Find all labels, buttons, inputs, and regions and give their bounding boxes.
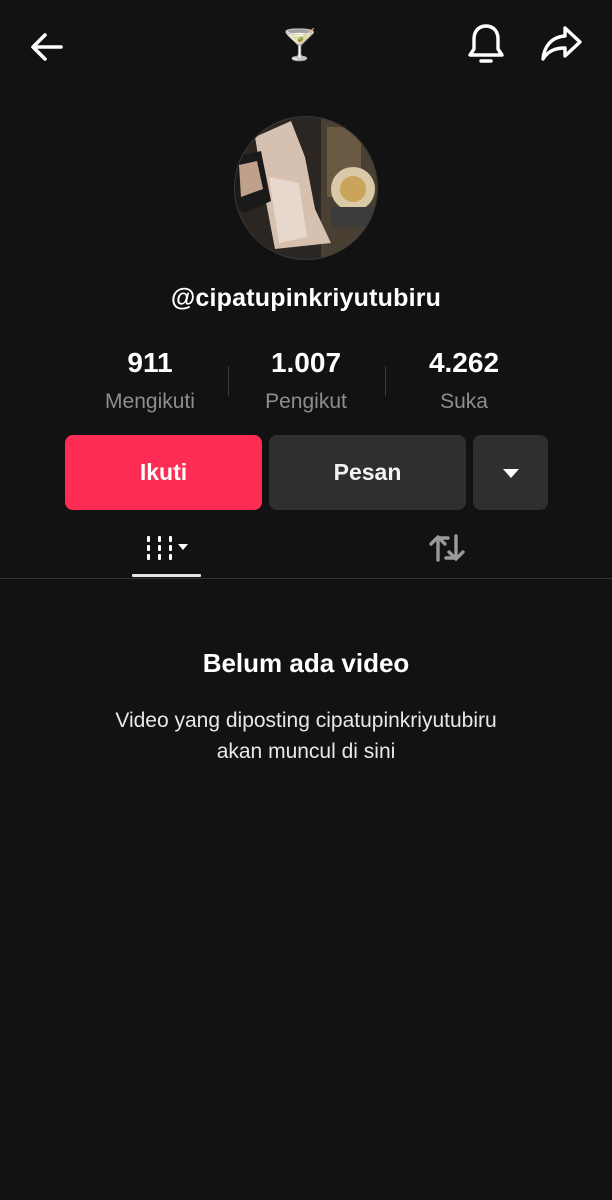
empty-state-line: akan muncul di sini xyxy=(216,740,396,763)
share-button[interactable] xyxy=(536,20,586,68)
notification-button[interactable] xyxy=(462,20,510,68)
tab-videos[interactable] xyxy=(132,520,202,576)
empty-state-description: Video yang diposting cipatupinkriyutubir… xyxy=(60,705,552,767)
content-tabs xyxy=(0,520,612,579)
stat-value: 4.262 xyxy=(428,347,500,378)
caret-down-icon xyxy=(502,468,519,478)
back-button[interactable] xyxy=(24,24,70,70)
follow-button[interactable]: Ikuti xyxy=(65,435,262,510)
stat-followers[interactable]: 1.007 Pengikut xyxy=(226,344,386,422)
top-bar: 🍸 xyxy=(0,0,612,90)
stats-row: 911 Mengikuti 1.007 Pengikut 4.262 Suka xyxy=(0,344,612,420)
active-tab-indicator xyxy=(132,574,201,577)
tabs-divider xyxy=(0,578,612,579)
message-button[interactable]: Pesan xyxy=(269,435,466,510)
tab-reposts[interactable] xyxy=(412,520,482,576)
avatar-photo xyxy=(235,117,377,259)
stat-label: Mengikuti xyxy=(105,390,195,413)
stat-value: 911 xyxy=(127,347,173,378)
empty-state-title: Belum ada video xyxy=(202,648,410,678)
stat-label: Suka xyxy=(440,390,488,413)
stat-value: 1.007 xyxy=(270,347,342,378)
repost-icon xyxy=(429,534,465,562)
stat-following[interactable]: 911 Mengikuti xyxy=(70,344,230,422)
username: @cipatupinkriyutubiru xyxy=(170,284,442,312)
videos-grid-icon xyxy=(147,536,188,560)
cocktail-emoji: 🍸 xyxy=(281,28,319,63)
bell-icon xyxy=(468,24,504,63)
back-arrow-icon xyxy=(31,33,63,61)
profile-page: 🍸 @cipatupinkriyutubiru 911 Mengikuti 1.… xyxy=(0,0,612,1200)
empty-state-line: Video yang diposting cipatupinkriyutubir… xyxy=(115,709,497,732)
stat-likes: 4.262 Suka xyxy=(384,344,544,422)
stat-label: Pengikut xyxy=(265,390,347,413)
avatar[interactable] xyxy=(234,116,378,260)
more-options-button[interactable] xyxy=(473,435,548,510)
share-icon xyxy=(541,26,582,61)
